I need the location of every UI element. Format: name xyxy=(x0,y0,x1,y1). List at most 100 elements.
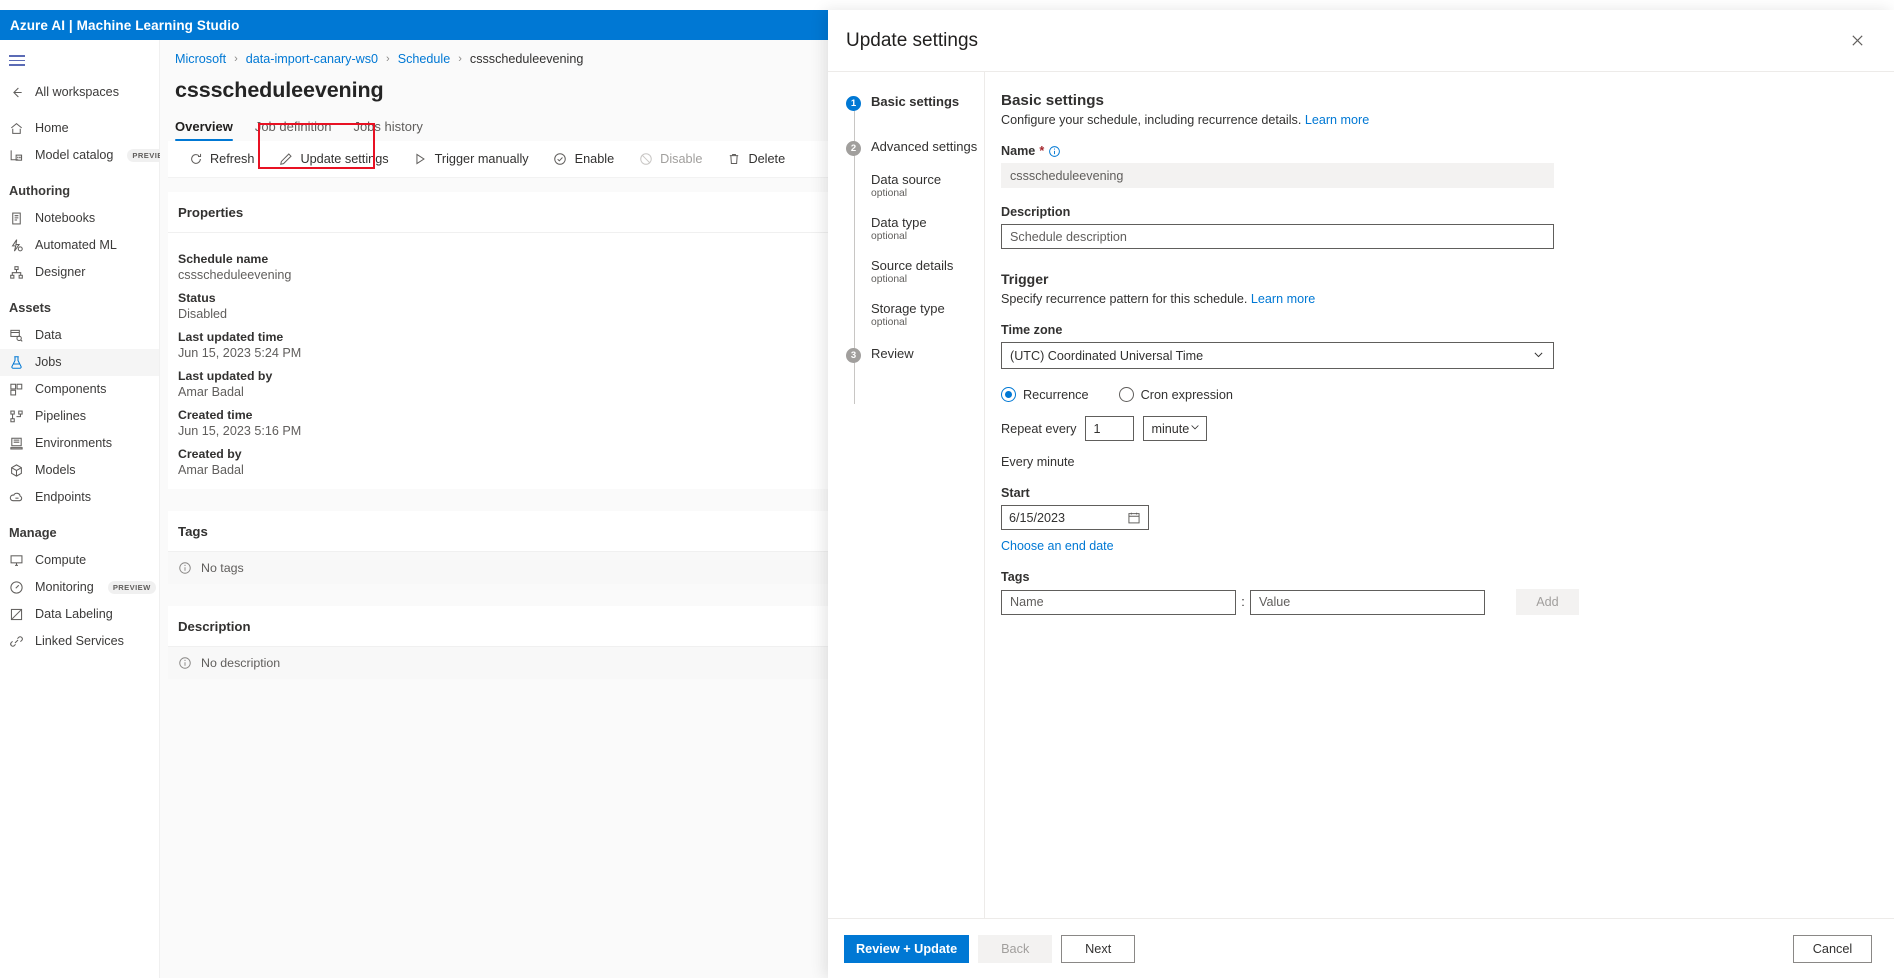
calendar-icon[interactable] xyxy=(1127,511,1141,525)
sidebar-item-environments[interactable]: Environments xyxy=(0,430,159,457)
description-empty-label: No description xyxy=(201,656,281,670)
repeat-interval-input[interactable]: 1 xyxy=(1085,416,1135,441)
tags-empty-label: No tags xyxy=(201,561,244,575)
repeat-every-label: Repeat every xyxy=(1001,421,1077,436)
close-icon[interactable] xyxy=(1842,26,1872,56)
sidebar-item-designer-label: Designer xyxy=(35,265,86,280)
tag-value-input[interactable]: Value xyxy=(1250,589,1485,615)
back-button: Back xyxy=(978,934,1053,963)
sidebar-item-linked-services[interactable]: Linked Services xyxy=(0,628,159,655)
sidebar-item-compute[interactable]: Compute xyxy=(0,547,159,574)
sidebar-item-monitoring[interactable]: Monitoring PREVIEW xyxy=(0,574,159,601)
sidebar-item-models-label: Models xyxy=(35,463,76,478)
trigger-type-radio-group: Recurrence Cron expression xyxy=(1001,387,1868,402)
wizard-substep-source-details[interactable]: Source details optional xyxy=(871,258,984,285)
wizard-substep-source-details-note: optional xyxy=(871,274,908,285)
wizard-substep-data-source[interactable]: Data source optional xyxy=(871,172,984,199)
sidebar-item-home[interactable]: Home xyxy=(0,115,159,142)
sidebar-item-data-labeling[interactable]: Data Labeling xyxy=(0,601,159,628)
sidebar-item-linked-services-label: Linked Services xyxy=(35,634,124,649)
data-labeling-icon xyxy=(8,606,25,623)
wizard-substep-storage-type-note: optional xyxy=(871,317,908,328)
disable-label: Disable xyxy=(660,152,703,166)
trigger-subtitle: Specify recurrence pattern for this sche… xyxy=(1001,292,1248,306)
refresh-button[interactable]: Refresh xyxy=(176,144,266,175)
start-date-input[interactable]: 6/15/2023 xyxy=(1001,505,1149,530)
start-date-value: 6/15/2023 xyxy=(1009,510,1066,525)
review-update-button[interactable]: Review + Update xyxy=(844,934,970,963)
radio-recurrence-label: Recurrence xyxy=(1023,387,1089,402)
sidebar-item-data[interactable]: Data xyxy=(0,322,159,349)
breadcrumb-item-microsoft[interactable]: Microsoft xyxy=(175,52,226,66)
tag-name-input[interactable]: Name xyxy=(1001,589,1236,615)
sidebar-section-manage: Manage xyxy=(9,524,57,540)
sidebar-item-all-workspaces[interactable]: All workspaces xyxy=(0,79,159,106)
panel-title: Update settings xyxy=(846,29,979,51)
update-settings-panel: Update settings 1 Basic settings 2 Advan… xyxy=(828,10,1894,978)
wizard-spacer xyxy=(846,328,984,346)
radio-cron-expression[interactable]: Cron expression xyxy=(1118,387,1233,402)
sidebar-item-automated-ml[interactable]: Automated ML xyxy=(0,232,159,259)
wizard-step-advanced-settings[interactable]: 2 Advanced settings xyxy=(846,139,984,156)
sidebar-item-model-catalog[interactable]: Model catalog PREVIEW xyxy=(0,142,176,169)
repeat-every-row: Repeat every 1 minute xyxy=(1001,416,1868,441)
repeat-unit-select[interactable]: minute xyxy=(1143,416,1208,441)
trigger-heading: Trigger xyxy=(1001,271,1049,287)
sidebar-section-assets: Assets xyxy=(9,299,51,315)
form-subtitle-learn-more-link[interactable]: Learn more xyxy=(1305,113,1369,127)
home-icon xyxy=(8,120,25,137)
timezone-select[interactable]: (UTC) Coordinated Universal Time xyxy=(1001,342,1554,369)
radio-recurrence[interactable]: Recurrence xyxy=(1001,387,1089,402)
cancel-button[interactable]: Cancel xyxy=(1793,934,1872,963)
tab-overview[interactable]: Overview xyxy=(175,119,233,141)
sidebar: All workspaces Home Model catalog PREVIE… xyxy=(0,40,176,978)
linked-services-icon xyxy=(8,633,25,650)
wizard-step-basic-settings[interactable]: 1 Basic settings xyxy=(846,94,984,111)
radio-cron-label: Cron expression xyxy=(1140,387,1233,402)
sidebar-item-pipelines[interactable]: Pipelines xyxy=(0,403,159,430)
breadcrumb-item-workspace[interactable]: data-import-canary-ws0 xyxy=(246,52,378,66)
monitoring-preview-pill: PREVIEW xyxy=(107,580,156,594)
pipelines-icon xyxy=(8,408,25,425)
sidebar-item-endpoints[interactable]: Endpoints xyxy=(0,484,159,511)
start-label: Start xyxy=(1001,486,1030,500)
update-settings-label: Update settings xyxy=(300,152,389,166)
sidebar-item-notebooks[interactable]: Notebooks xyxy=(0,205,159,232)
recurrence-summary: Every minute xyxy=(1001,455,1075,469)
model-catalog-icon xyxy=(8,147,25,164)
update-settings-button[interactable]: Update settings xyxy=(266,144,400,175)
wizard-substep-storage-type[interactable]: Storage type optional xyxy=(871,301,984,328)
tab-job-definition[interactable]: Job definition xyxy=(255,119,332,141)
sidebar-item-environments-label: Environments xyxy=(35,436,112,451)
wizard-step-review[interactable]: 3 Review xyxy=(846,346,984,363)
name-label: Name xyxy=(1001,144,1036,158)
timezone-value: (UTC) Coordinated Universal Time xyxy=(1010,348,1204,363)
next-button[interactable]: Next xyxy=(1061,934,1136,963)
sidebar-item-home-label: Home xyxy=(35,121,69,136)
sidebar-item-components[interactable]: Components xyxy=(0,376,159,403)
breadcrumb-separator-icon: › xyxy=(234,53,238,65)
name-required-asterisk: * xyxy=(1039,144,1045,158)
sidebar-all-workspaces-label: All workspaces xyxy=(35,85,119,100)
form-subtitle-row: Configure your schedule, including recur… xyxy=(1001,113,1868,127)
breadcrumb-item-schedule[interactable]: Schedule xyxy=(398,52,451,66)
wizard-substep-storage-type-label: Storage type xyxy=(871,301,945,316)
info-icon-name[interactable] xyxy=(1048,145,1061,158)
info-icon xyxy=(178,561,192,575)
delete-button[interactable]: Delete xyxy=(714,144,797,175)
tags-input-row: Name : Value Add xyxy=(1001,589,1868,615)
models-cube-icon xyxy=(8,462,25,479)
description-input[interactable]: Schedule description xyxy=(1001,224,1554,249)
wizard-step-2-number: 2 xyxy=(846,141,861,156)
tags-label: Tags xyxy=(1001,570,1030,584)
trigger-manually-button[interactable]: Trigger manually xyxy=(401,144,541,175)
trigger-learn-more-link[interactable]: Learn more xyxy=(1251,292,1315,306)
sidebar-item-designer[interactable]: Designer xyxy=(0,259,159,286)
enable-button[interactable]: Enable xyxy=(541,144,627,175)
hamburger-menu-icon[interactable] xyxy=(0,40,159,77)
tab-jobs-history[interactable]: Jobs history xyxy=(353,119,422,141)
sidebar-item-models[interactable]: Models xyxy=(0,457,159,484)
choose-end-date-link[interactable]: Choose an end date xyxy=(1001,539,1868,553)
wizard-substep-data-type[interactable]: Data type optional xyxy=(871,215,984,242)
sidebar-item-jobs[interactable]: Jobs xyxy=(0,348,159,376)
